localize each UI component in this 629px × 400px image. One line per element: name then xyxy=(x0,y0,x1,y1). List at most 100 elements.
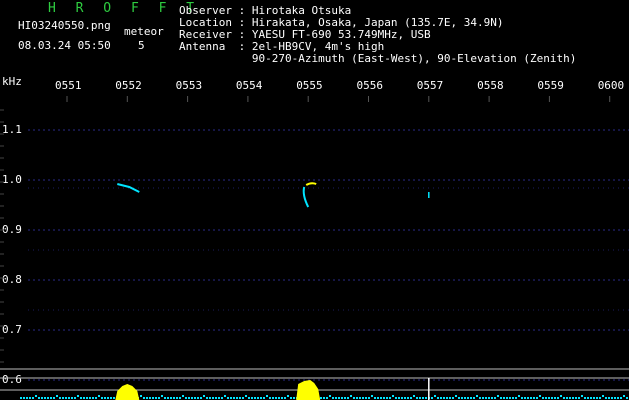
noise-floor-dot xyxy=(26,397,28,399)
noise-floor-dot xyxy=(356,397,358,399)
noise-floor-dot xyxy=(410,397,412,399)
noise-floor-dot xyxy=(44,397,46,399)
noise-floor-dot xyxy=(278,397,280,399)
noise-floor-dot xyxy=(209,397,211,399)
noise-floor-dot xyxy=(200,397,202,399)
noise-floor-dot xyxy=(533,397,535,399)
noise-floor-dot xyxy=(404,397,406,399)
noise-floor-dot xyxy=(110,397,112,399)
noise-floor-dot xyxy=(521,397,523,399)
noise-floor-dot xyxy=(503,397,505,399)
noise-floor-dot xyxy=(245,395,247,397)
noise-floor-dot xyxy=(233,397,235,399)
noise-floor-dot xyxy=(281,397,283,399)
noise-floor-dot xyxy=(425,397,427,399)
noise-floor-dot xyxy=(593,397,595,399)
location-info: Location : Hirakata, Osaka, Japan (135.7… xyxy=(179,16,504,29)
noise-floor-dot xyxy=(275,397,277,399)
noise-floor-dot xyxy=(479,397,481,399)
x-tick-label: 0557 xyxy=(416,79,444,92)
noise-floor-dot xyxy=(509,397,511,399)
noise-floor-dot xyxy=(155,397,157,399)
noise-floor-dot xyxy=(221,397,223,399)
noise-floor-dot xyxy=(536,397,538,399)
noise-floor-dot xyxy=(329,395,331,397)
noise-floor-dot xyxy=(608,397,610,399)
noise-floor-dot xyxy=(107,397,109,399)
noise-floor-dot xyxy=(440,397,442,399)
noise-floor-dot xyxy=(386,397,388,399)
noise-floor-dot xyxy=(176,397,178,399)
noise-floor-dot xyxy=(431,397,433,399)
noise-floor-dot xyxy=(557,397,559,399)
x-tick-label: 0600 xyxy=(597,79,625,92)
noise-floor-dot xyxy=(542,397,544,399)
noise-floor-dot xyxy=(263,397,265,399)
noise-floor-dot xyxy=(401,397,403,399)
noise-floor-dot xyxy=(227,397,229,399)
noise-floor-dot xyxy=(584,397,586,399)
noise-floor-dot xyxy=(590,397,592,399)
noise-floor-dot xyxy=(530,397,532,399)
meteor-count-value: 5 xyxy=(138,39,145,52)
noise-floor-dot xyxy=(35,395,37,397)
noise-floor-dot xyxy=(437,397,439,399)
noise-floor-dot xyxy=(230,397,232,399)
noise-floor-dot xyxy=(74,397,76,399)
noise-floor-dot xyxy=(512,397,514,399)
noise-floor-dot xyxy=(602,395,604,397)
noise-floor-dot xyxy=(182,395,184,397)
noise-floor-dot xyxy=(578,397,580,399)
noise-floor-dot xyxy=(416,397,418,399)
y-axis-unit: kHz xyxy=(2,75,22,88)
noise-floor-dot xyxy=(476,395,478,397)
spectrogram-plot xyxy=(0,96,629,400)
noise-floor-dot xyxy=(266,395,268,397)
noise-floor-dot xyxy=(500,397,502,399)
noise-floor-dot xyxy=(395,397,397,399)
noise-floor-dot xyxy=(80,397,82,399)
noise-floor-dot xyxy=(161,395,163,397)
noise-floor-dot xyxy=(446,397,448,399)
x-tick-label: 0558 xyxy=(477,79,504,92)
meteor-trace-tail xyxy=(302,186,310,208)
x-tick-label: 0552 xyxy=(115,79,142,92)
noise-floor-dot xyxy=(50,397,52,399)
noise-floor-dot xyxy=(449,397,451,399)
noise-floor-dot xyxy=(626,397,628,399)
noise-floor-dot xyxy=(524,397,526,399)
noise-floor-dot xyxy=(434,395,436,397)
noise-floor-dot xyxy=(254,397,256,399)
noise-floor-dot xyxy=(359,397,361,399)
noise-floor-dot xyxy=(326,397,328,399)
noise-floor-dot xyxy=(422,397,424,399)
noise-floor-dot xyxy=(248,397,250,399)
noise-floor-dot xyxy=(335,397,337,399)
noise-floor-dot xyxy=(458,397,460,399)
datetime-label: 08.03.24 05:50 xyxy=(18,39,111,52)
noise-floor-dot xyxy=(167,397,169,399)
noise-floor-dot xyxy=(86,397,88,399)
noise-floor-dot xyxy=(236,397,238,399)
noise-floor-dot xyxy=(563,397,565,399)
noise-floor-dot xyxy=(569,397,571,399)
x-tick-label: 0559 xyxy=(537,79,564,92)
noise-floor-dot xyxy=(212,397,214,399)
noise-floor-dot xyxy=(65,397,67,399)
noise-floor-dot xyxy=(170,397,172,399)
noise-floor-dot xyxy=(251,397,253,399)
noise-floor-dot xyxy=(71,397,73,399)
noise-floor-dot xyxy=(59,397,61,399)
noise-floor-dot xyxy=(104,397,106,399)
noise-floor-dot xyxy=(575,397,577,399)
noise-floor-dot xyxy=(341,397,343,399)
noise-floor-dot xyxy=(20,397,22,399)
signal-burst xyxy=(115,384,140,400)
noise-floor-dot xyxy=(152,397,154,399)
noise-floor-dot xyxy=(338,397,340,399)
noise-floor-dot xyxy=(101,397,103,399)
noise-floor-dot xyxy=(518,395,520,397)
noise-floor-dot xyxy=(494,397,496,399)
noise-floor-dot xyxy=(605,397,607,399)
noise-floor-dot xyxy=(506,397,508,399)
